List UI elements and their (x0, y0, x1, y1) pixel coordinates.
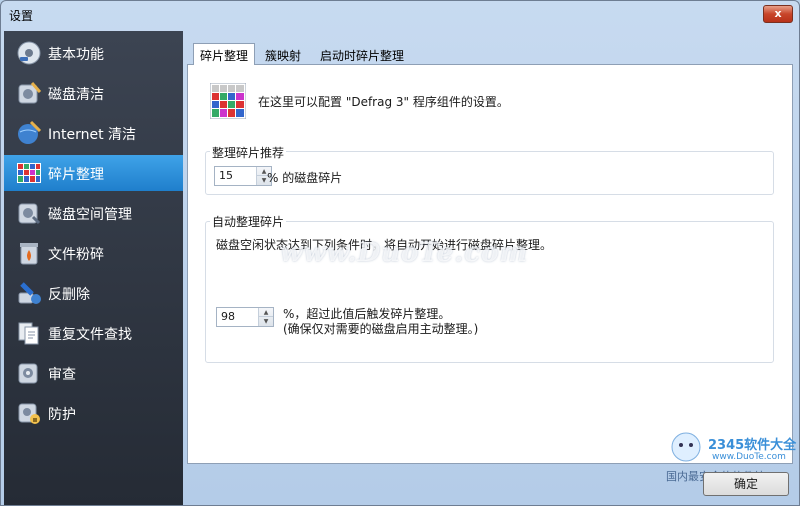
spinner-value: 15 (219, 169, 233, 182)
sidebar-item-basic[interactable]: 基本功能 (4, 35, 183, 71)
disk-clean-icon (18, 82, 42, 104)
auto-suffix-line2: (确保仅对需要的磁盘启用主动整理。) (283, 322, 479, 336)
ok-button[interactable]: 确定 (703, 472, 789, 496)
sidebar-item-protection[interactable]: 防护 (4, 395, 183, 431)
corner-brand: 2345软件大全 (708, 438, 797, 453)
spinner-buttons: ▲ ▼ (258, 308, 273, 326)
internet-clean-icon (18, 120, 42, 144)
defrag-grid-icon (17, 163, 41, 183)
sidebar-item-disk-clean[interactable]: 磁盘清洁 (4, 75, 183, 111)
sidebar-item-label: Internet 清洁 (48, 127, 137, 143)
corner-url: www.DuoTe.com (712, 452, 786, 462)
tab-boot-defrag[interactable]: 启动时碎片整理 (314, 44, 410, 66)
sidebar-item-label: 基本功能 (48, 47, 104, 63)
sidebar-item-audit[interactable]: 审查 (4, 355, 183, 391)
chevron-down-icon[interactable]: ▼ (259, 317, 273, 326)
tab-defrag[interactable]: 碎片整理 (193, 43, 256, 65)
sidebar-item-undelete[interactable]: 反删除 (4, 275, 183, 311)
duplicate-files-icon (18, 322, 39, 345)
chevron-up-icon[interactable]: ▲ (259, 308, 273, 317)
sidebar-item-label: 反删除 (48, 287, 90, 303)
sidebar: 基本功能 磁盘清洁 Internet 清洁 碎片整理 磁盘空间管理 文件粉碎 反… (4, 31, 183, 505)
sidebar-item-duplicates[interactable]: 重复文件查找 (4, 315, 183, 351)
group-title: 整理碎片推荐 (210, 144, 287, 161)
auto-percent-stepper[interactable]: 98 ▲ ▼ (216, 307, 274, 327)
sidebar-item-label: 文件粉碎 (48, 247, 104, 263)
shredder-icon (20, 243, 38, 265)
sidebar-item-label: 磁盘空间管理 (48, 207, 132, 223)
spinner-value: 98 (221, 310, 235, 323)
sidebar-item-shredder[interactable]: 文件粉碎 (4, 235, 183, 271)
sidebar-item-disk-space[interactable]: 磁盘空间管理 (4, 195, 183, 231)
close-button[interactable]: x (763, 5, 793, 23)
intro-text: 在这里可以配置 "Defrag 3" 程序组件的设置。 (258, 95, 509, 109)
defrag-grid-icon (210, 83, 246, 119)
disk-space-icon (18, 203, 41, 225)
settings-disc-icon (17, 41, 41, 65)
sidebar-item-label: 磁盘清洁 (48, 87, 104, 103)
watermark: www.DuoTe.com (280, 238, 529, 268)
sidebar-item-label: 重复文件查找 (48, 327, 132, 343)
undelete-icon (18, 282, 41, 304)
recommend-percent-stepper[interactable]: 15 ▲ ▼ (214, 166, 272, 186)
sidebar-item-internet-clean[interactable]: Internet 清洁 (4, 115, 183, 151)
sidebar-item-defrag[interactable]: 碎片整理 (4, 155, 183, 191)
sidebar-item-label: 碎片整理 (48, 167, 104, 183)
window-title: 设置 (9, 9, 34, 23)
audit-icon (18, 363, 38, 384)
recommend-suffix: % 的磁盘碎片 (267, 171, 343, 185)
protection-icon (18, 403, 40, 424)
tab-cluster-map[interactable]: 簇映射 (259, 44, 307, 66)
group-title: 自动整理碎片 (210, 213, 287, 230)
sidebar-item-label: 防护 (48, 407, 76, 423)
title-bar[interactable]: 设置 x (1, 1, 799, 29)
sidebar-item-label: 审查 (48, 367, 76, 383)
